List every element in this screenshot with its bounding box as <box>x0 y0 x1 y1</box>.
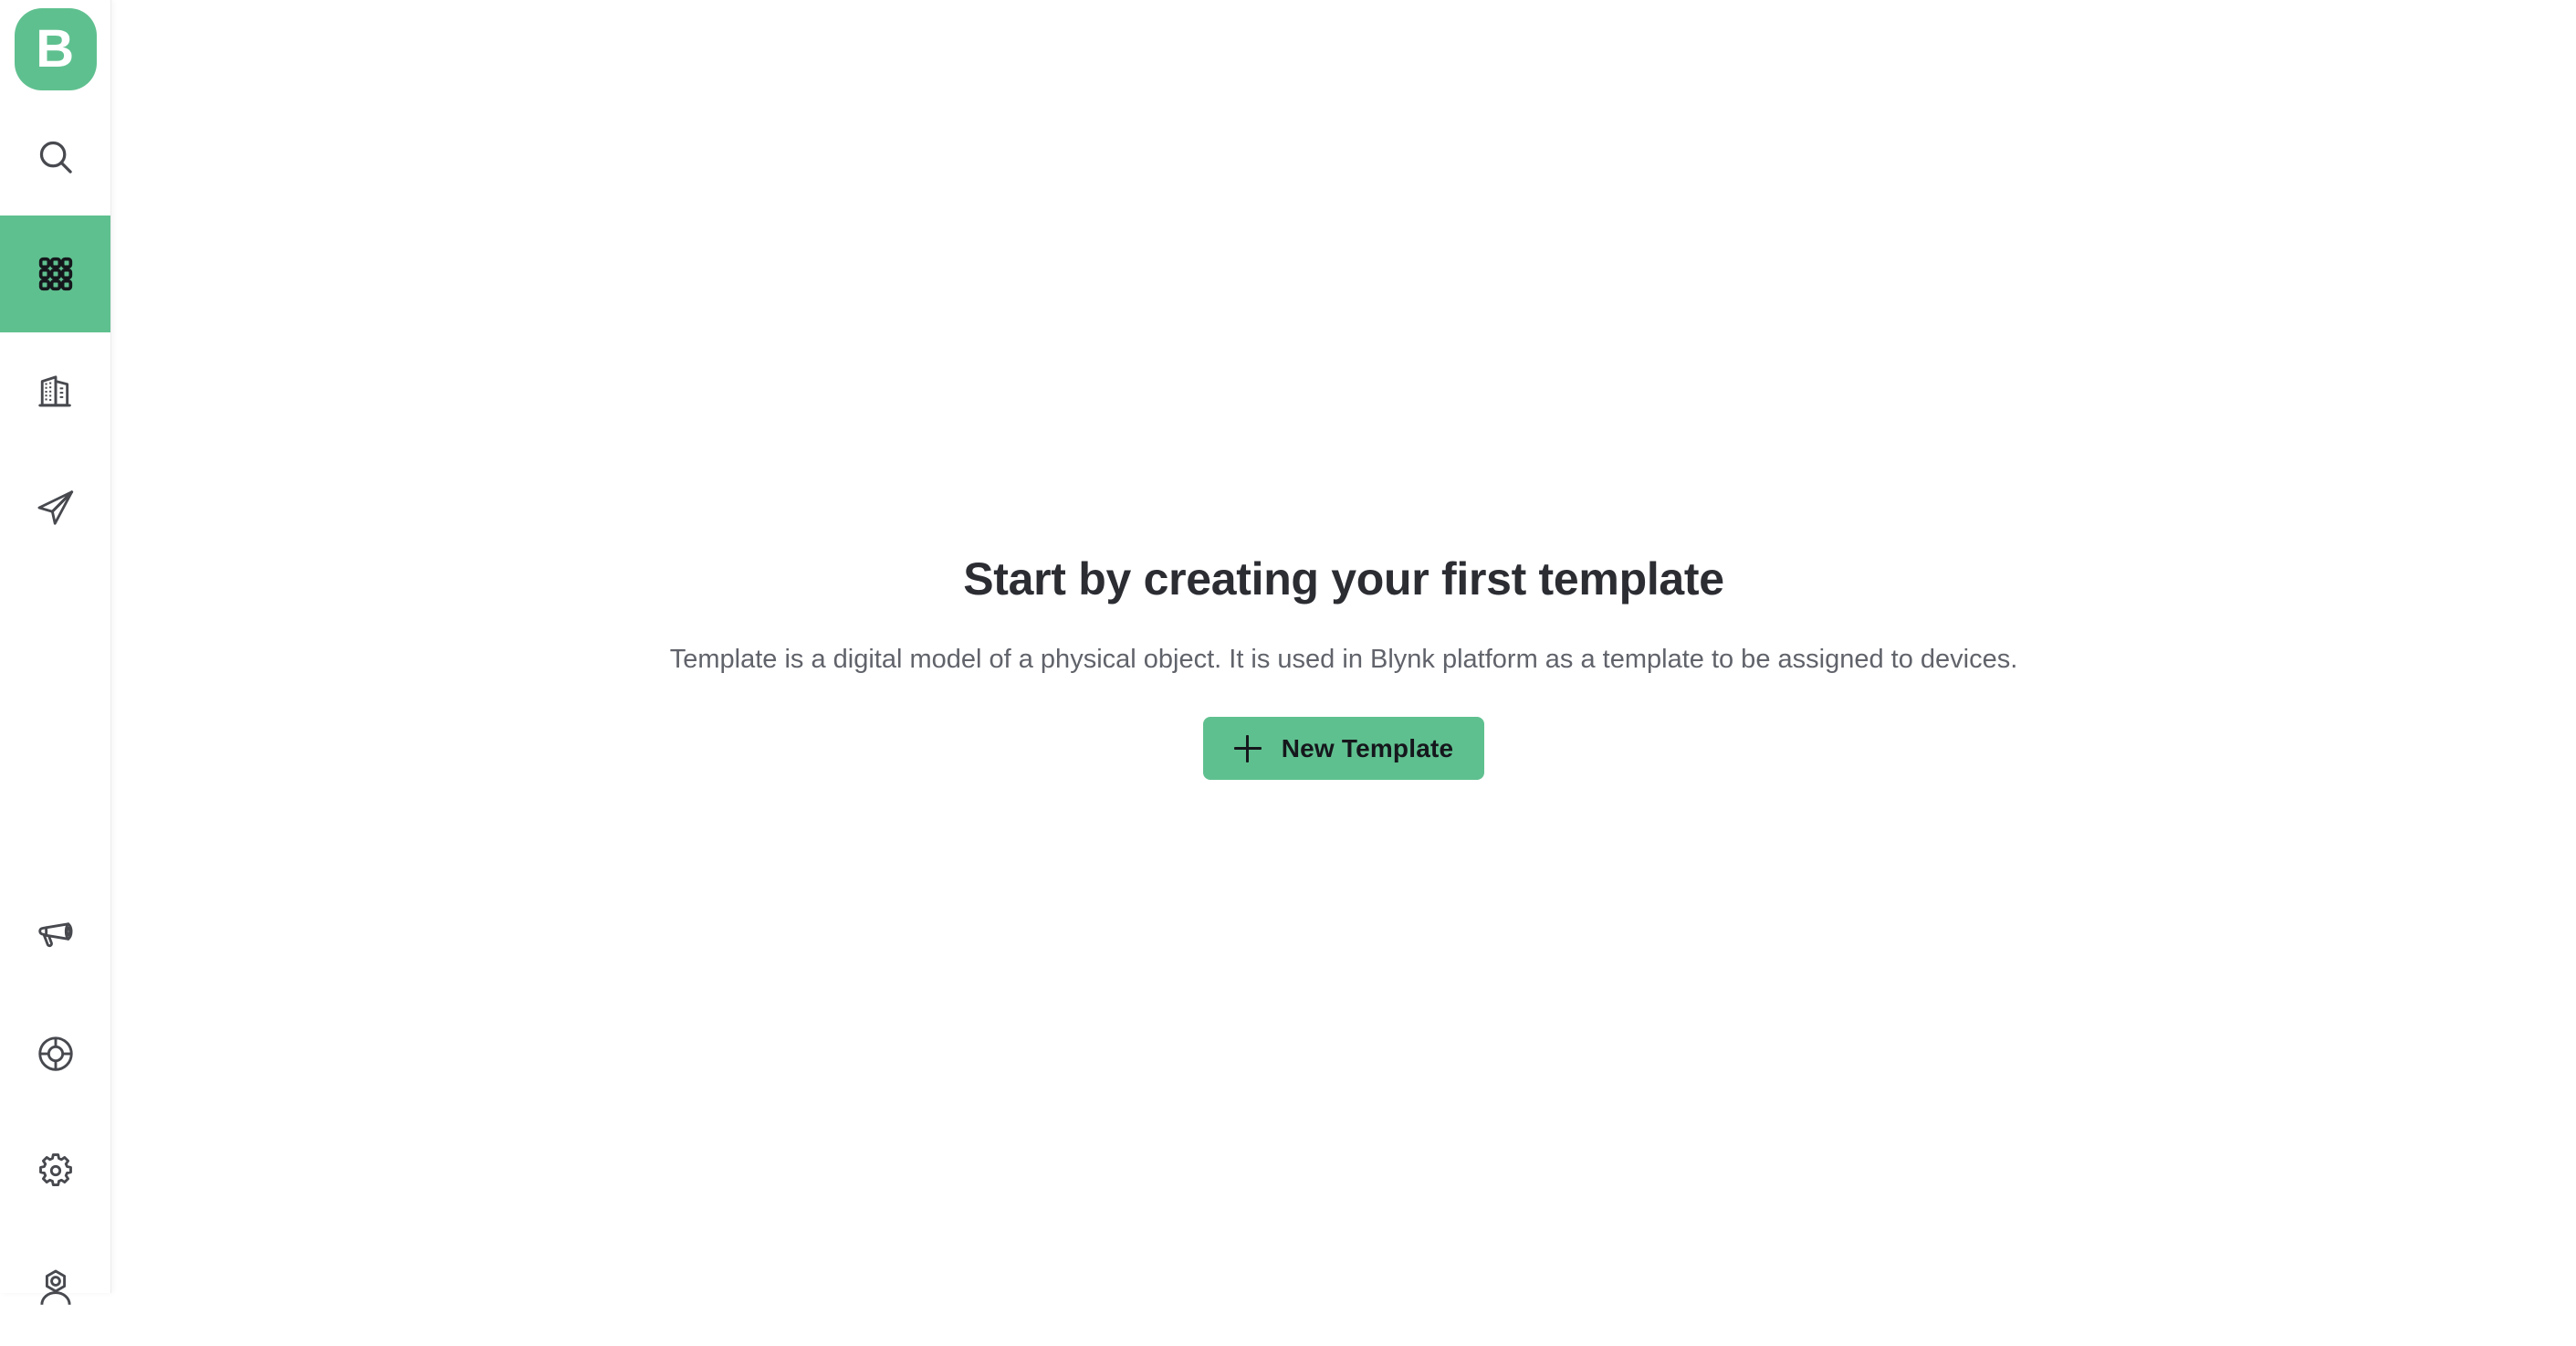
new-template-button[interactable]: New Template <box>1202 717 1485 781</box>
paper-plane-icon <box>30 482 81 533</box>
user-avatar-icon <box>30 1262 81 1313</box>
sidebar-item-announcements[interactable] <box>0 878 110 995</box>
sidebar: B <box>0 0 111 1305</box>
page-subtitle: Template is a digital model of a physica… <box>669 644 2018 674</box>
gear-icon <box>30 1145 81 1196</box>
sidebar-item-account[interactable] <box>0 1229 110 1346</box>
blynk-logo[interactable]: B <box>14 8 97 90</box>
sidebar-logo-wrap: B <box>0 0 110 99</box>
sidebar-item-search[interactable] <box>0 99 110 216</box>
building-icon <box>30 365 81 416</box>
sidebar-item-templates[interactable] <box>0 216 110 332</box>
sidebar-item-support[interactable] <box>0 995 110 1112</box>
app-root: B Start by creating your first template … <box>0 0 2576 1305</box>
search-icon <box>30 131 81 183</box>
sidebar-item-settings[interactable] <box>0 1112 110 1229</box>
sidebar-bottom-nav <box>0 878 110 1305</box>
new-template-button-label: New Template <box>1281 733 1454 762</box>
megaphone-icon <box>30 911 81 962</box>
templates-empty-state: Start by creating your first template Te… <box>111 553 2576 781</box>
main-content: Start by creating your first template Te… <box>111 0 2576 1293</box>
grid-icon <box>30 248 81 300</box>
sidebar-top-nav <box>0 99 110 566</box>
sidebar-item-organizations[interactable] <box>0 332 110 449</box>
page-title: Start by creating your first template <box>963 553 1724 605</box>
lifebuoy-icon <box>30 1028 81 1079</box>
sidebar-item-developer[interactable] <box>0 449 110 566</box>
blynk-logo-letter: B <box>36 19 75 79</box>
plus-icon <box>1233 734 1262 762</box>
